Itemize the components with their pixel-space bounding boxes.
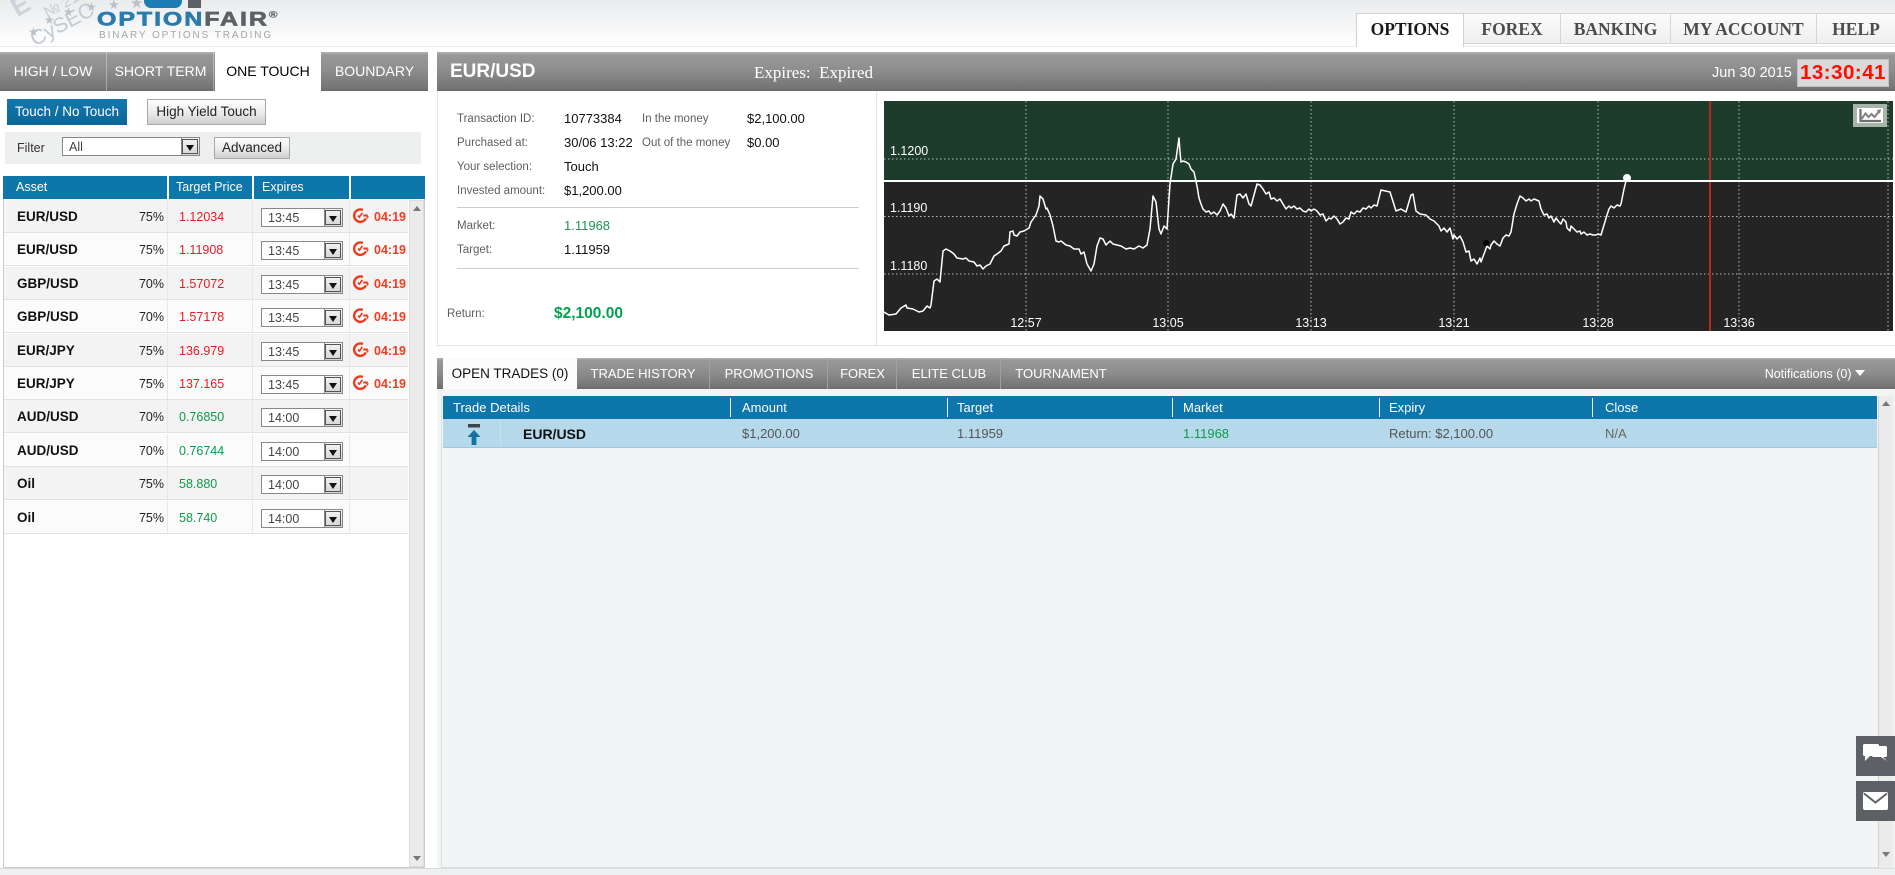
svg-text:13:28: 13:28 [1582, 316, 1613, 330]
svg-text:13:36: 13:36 [1723, 316, 1754, 330]
svg-text:13:05: 13:05 [1152, 316, 1183, 330]
svg-text:1.1180: 1.1180 [890, 259, 927, 273]
svg-text:1.1190: 1.1190 [890, 201, 927, 215]
svg-text:1.1200: 1.1200 [890, 144, 928, 158]
svg-text:13:13: 13:13 [1295, 316, 1326, 330]
svg-text:13:21: 13:21 [1438, 316, 1469, 330]
svg-text:12:57: 12:57 [1010, 316, 1041, 330]
